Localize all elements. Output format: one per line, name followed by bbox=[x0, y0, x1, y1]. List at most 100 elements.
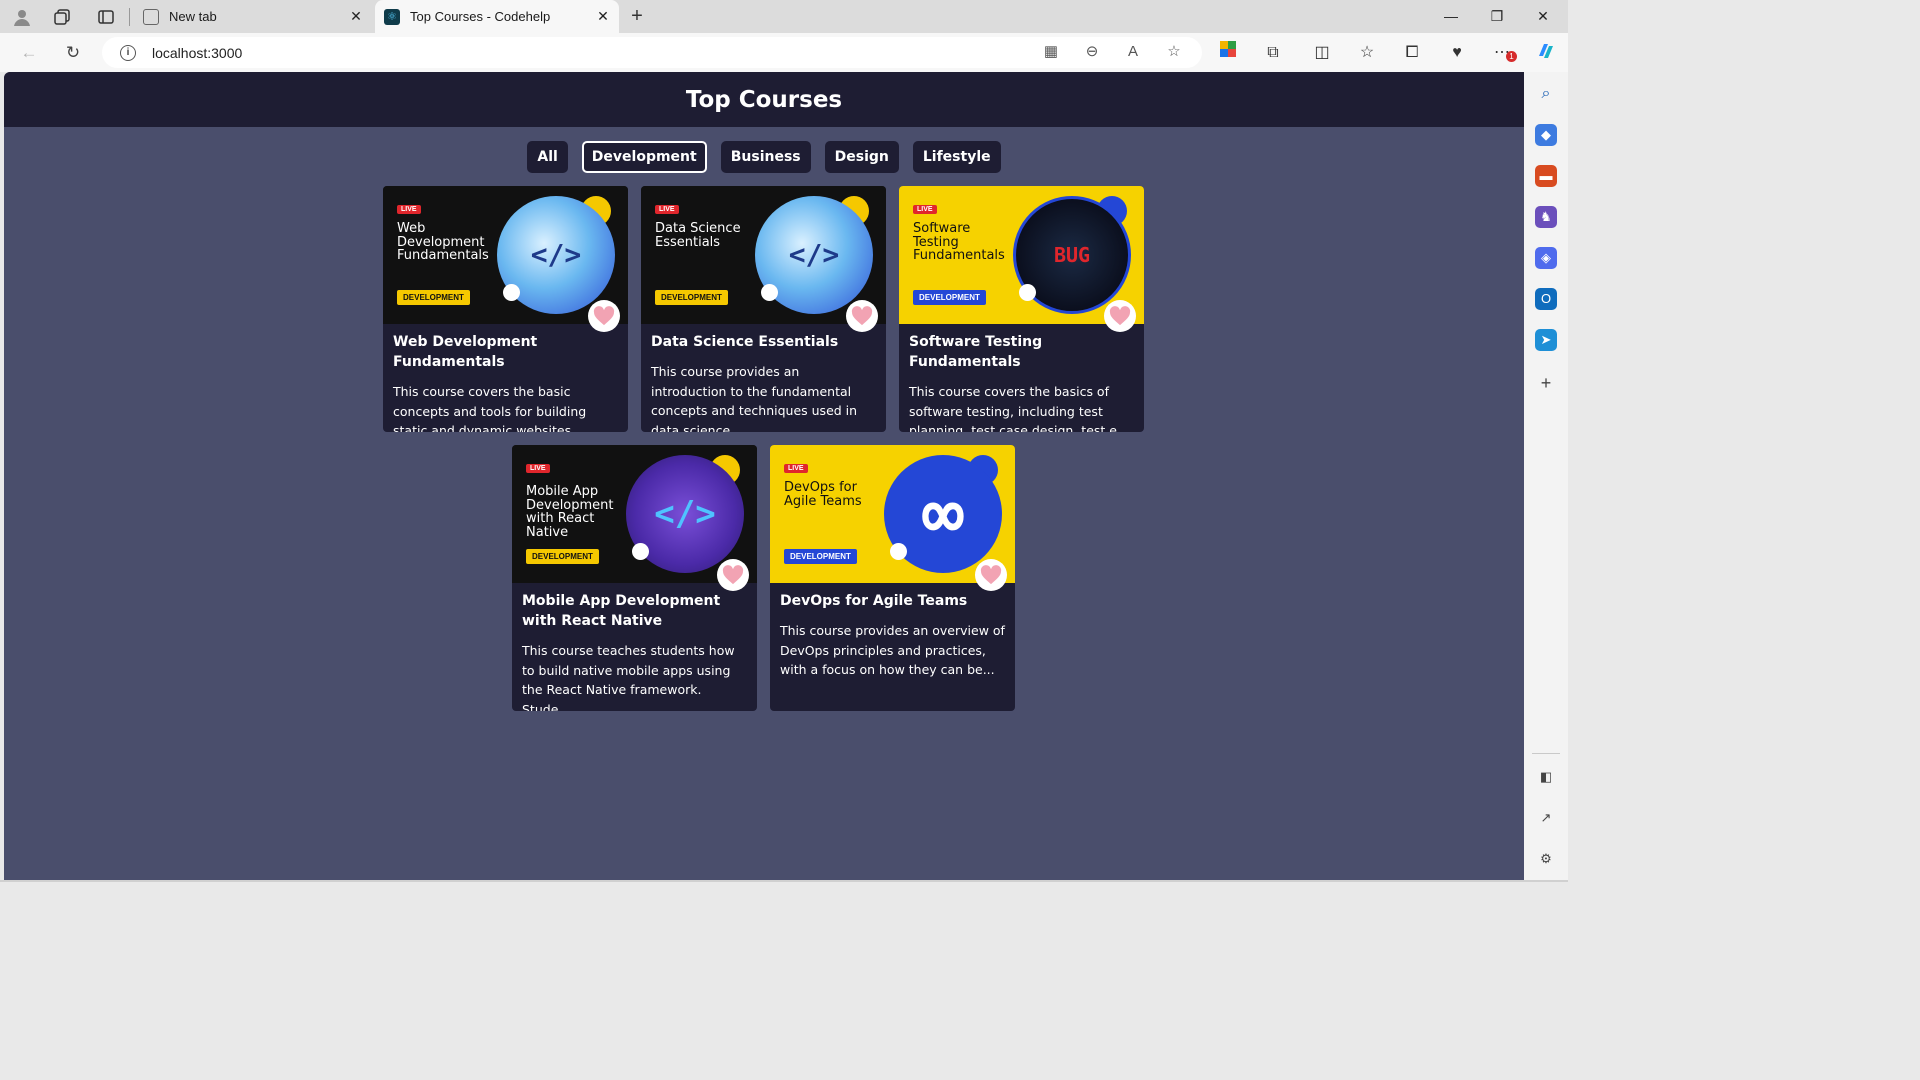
decorative-dot bbox=[503, 284, 520, 301]
tab-top-courses[interactable]: ⚛ Top Courses - Codehelp ✕ bbox=[375, 0, 619, 33]
filter-business-button[interactable]: Business bbox=[720, 141, 811, 173]
course-description: This course covers the basic concepts an… bbox=[393, 384, 587, 432]
like-button[interactable] bbox=[717, 559, 749, 591]
browser-toolbar: ← ↻ i localhost:3000 ▦ ⊖ A ☆ ⧉ ◫ ☆ ⧠ ♥ ⋯… bbox=[0, 33, 1568, 72]
page-title: Top Courses bbox=[685, 87, 843, 113]
course-thumbnail: LIVE Software Testing Fundamentals DEVEL… bbox=[899, 186, 1144, 324]
search-icon[interactable]: ⌕ bbox=[1535, 83, 1557, 105]
address-url[interactable]: localhost:3000 bbox=[152, 45, 242, 61]
course-title: Web Development Fundamentals bbox=[393, 334, 538, 370]
browser-essentials-icon[interactable]: ♥ bbox=[1444, 40, 1470, 66]
close-tab-icon[interactable]: ✕ bbox=[593, 8, 613, 25]
new-tab-button[interactable]: + bbox=[624, 4, 650, 30]
profile-icon[interactable] bbox=[10, 5, 34, 29]
live-badge: LIVE bbox=[526, 464, 550, 473]
favorites-icon[interactable]: ☆ bbox=[1354, 40, 1380, 66]
course-thumbnail: LIVE Web Development Fundamentals DEVELO… bbox=[383, 186, 628, 324]
thumbnail-category-badge: DEVELOPMENT bbox=[526, 549, 599, 564]
heart-icon bbox=[851, 306, 873, 326]
thumbnail-category-badge: DEVELOPMENT bbox=[913, 290, 986, 305]
tab-separator bbox=[129, 8, 130, 26]
window-bottom-edge bbox=[0, 880, 1568, 882]
course-card: LIVE Mobile App Development with React N… bbox=[512, 445, 757, 711]
add-sidebar-app-icon[interactable]: + bbox=[1535, 372, 1557, 394]
tools-icon[interactable]: ▬ bbox=[1535, 165, 1557, 187]
open-external-icon[interactable]: ↗ bbox=[1535, 807, 1557, 829]
filter-lifestyle-button[interactable]: Lifestyle bbox=[912, 141, 1001, 173]
live-badge: LIVE bbox=[397, 205, 421, 214]
course-title: DevOps for Agile Teams bbox=[780, 593, 968, 609]
course-description: This course teaches students how to buil… bbox=[522, 643, 735, 711]
category-filter-bar: All Development Business Design Lifestyl… bbox=[4, 141, 1524, 173]
workspaces-icon[interactable] bbox=[50, 5, 74, 29]
close-tab-icon[interactable]: ✕ bbox=[346, 8, 366, 25]
sidebar-settings-icon[interactable]: ⚙ bbox=[1535, 848, 1557, 870]
card-body: Data Science Essentials This course prov… bbox=[641, 324, 886, 432]
like-button[interactable] bbox=[975, 559, 1007, 591]
decorative-dot bbox=[890, 543, 907, 560]
course-thumbnail: LIVE Mobile App Development with React N… bbox=[512, 445, 757, 583]
like-button[interactable] bbox=[846, 300, 878, 332]
course-card: LIVE Web Development Fundamentals DEVELO… bbox=[383, 186, 628, 432]
extension-colorful-icon[interactable] bbox=[1215, 40, 1241, 66]
thumbnail-category-badge: DEVELOPMENT bbox=[397, 290, 470, 305]
course-description: This course covers the basics of softwar… bbox=[909, 384, 1129, 432]
course-thumbnail: LIVE Data Science Essentials DEVELOPMENT… bbox=[641, 186, 886, 324]
card-body: Web Development Fundamentals This course… bbox=[383, 324, 628, 432]
refresh-icon[interactable]: ↻ bbox=[60, 40, 86, 66]
sidebar-separator bbox=[1532, 753, 1560, 754]
tab-new-tab[interactable]: New tab ✕ bbox=[134, 0, 372, 33]
shopping-icon[interactable]: ◆ bbox=[1535, 124, 1557, 146]
card-body: Software Testing Fundamentals This cours… bbox=[899, 324, 1144, 432]
card-body: DevOps for Agile Teams This course provi… bbox=[770, 583, 1015, 692]
thumbnail-category-badge: DEVELOPMENT bbox=[784, 549, 857, 564]
thumbnail-title: DevOps for Agile Teams bbox=[784, 480, 862, 509]
collections-icon[interactable]: ⧠ bbox=[1399, 40, 1425, 66]
card-body: Mobile App Development with React Native… bbox=[512, 583, 757, 711]
split-screen-icon[interactable]: ◫ bbox=[1309, 40, 1335, 66]
course-description: This course provides an overview of DevO… bbox=[780, 623, 1005, 677]
zoom-icon[interactable]: ⊖ bbox=[1081, 41, 1103, 63]
notification-badge: 1 bbox=[1506, 51, 1517, 62]
heart-icon bbox=[722, 565, 744, 585]
site-info-icon[interactable]: i bbox=[120, 44, 136, 61]
tab-actions-icon[interactable] bbox=[94, 5, 118, 29]
browser-sidebar: ⌕ ◆ ▬ ♞ ◈ O ➤ + ◧ ↗ ⚙ bbox=[1524, 72, 1568, 882]
browser-titlebar: New tab ✕ ⚛ Top Courses - Codehelp ✕ + —… bbox=[0, 0, 1568, 33]
address-bar[interactable]: i localhost:3000 ▦ ⊖ A ☆ bbox=[102, 37, 1202, 68]
like-button[interactable] bbox=[1104, 300, 1136, 332]
filter-design-button[interactable]: Design bbox=[824, 141, 899, 173]
games-icon[interactable]: ♞ bbox=[1535, 206, 1557, 228]
tab-label: New tab bbox=[169, 9, 217, 24]
close-window-button[interactable]: ✕ bbox=[1520, 0, 1566, 33]
microsoft-365-icon[interactable]: ◈ bbox=[1535, 247, 1557, 269]
copilot-icon[interactable] bbox=[1533, 40, 1559, 66]
course-title: Software Testing Fundamentals bbox=[909, 334, 1043, 370]
minimize-button[interactable]: — bbox=[1428, 0, 1474, 33]
heart-icon bbox=[1109, 306, 1131, 326]
decorative-dot bbox=[1019, 284, 1036, 301]
filter-development-button[interactable]: Development bbox=[581, 141, 707, 173]
decorative-dot bbox=[632, 543, 649, 560]
drop-icon[interactable]: ➤ bbox=[1535, 329, 1557, 351]
thumbnail-title: Web Development Fundamentals bbox=[397, 221, 489, 263]
extensions-puzzle-icon[interactable]: ⧉ bbox=[1260, 40, 1286, 66]
app-available-icon[interactable]: ▦ bbox=[1040, 41, 1062, 63]
hide-sidebar-icon[interactable]: ◧ bbox=[1535, 766, 1557, 788]
live-badge: LIVE bbox=[655, 205, 679, 214]
tab-label: Top Courses - Codehelp bbox=[410, 9, 551, 24]
like-button[interactable] bbox=[588, 300, 620, 332]
course-card: LIVE Data Science Essentials DEVELOPMENT… bbox=[641, 186, 886, 432]
thumbnail-title: Mobile App Development with React Native bbox=[526, 484, 614, 540]
course-card: LIVE DevOps for Agile Teams DEVELOPMENT … bbox=[770, 445, 1015, 711]
back-arrow-icon[interactable]: ← bbox=[16, 40, 42, 66]
restore-button[interactable]: ❐ bbox=[1474, 0, 1520, 33]
course-title: Data Science Essentials bbox=[651, 334, 839, 350]
filter-all-button[interactable]: All bbox=[527, 141, 568, 173]
outlook-icon[interactable]: O bbox=[1535, 288, 1557, 310]
favorite-star-icon[interactable]: ☆ bbox=[1163, 41, 1185, 63]
heart-icon bbox=[980, 565, 1002, 585]
course-card: LIVE Software Testing Fundamentals DEVEL… bbox=[899, 186, 1144, 432]
read-aloud-icon[interactable]: A bbox=[1122, 41, 1144, 63]
course-title: Mobile App Development with React Native bbox=[522, 593, 721, 629]
